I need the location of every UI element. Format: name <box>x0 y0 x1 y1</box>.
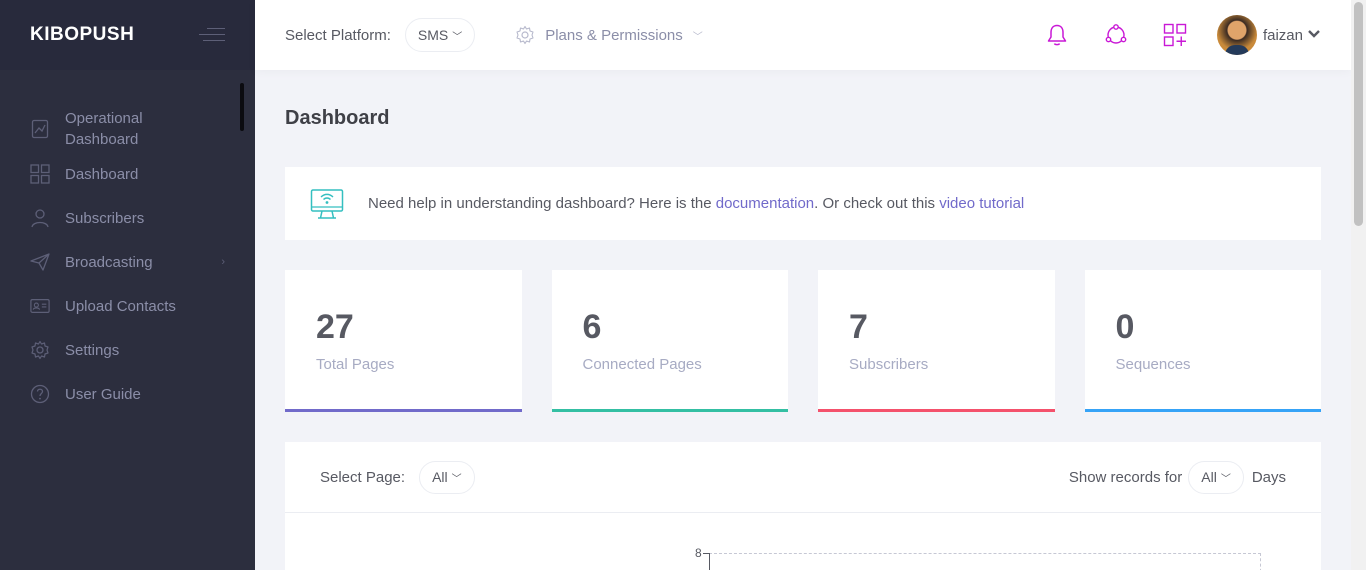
chevron-down-icon: ﹀ <box>692 31 703 43</box>
stat-card-total-pages: 27 Total Pages <box>285 270 522 412</box>
user-name: faizan <box>1262 26 1303 44</box>
stat-label: Subscribers <box>849 356 929 373</box>
grid-icon <box>30 164 50 184</box>
days-label: Days <box>1251 468 1286 486</box>
chevron-right-icon: › <box>221 256 225 268</box>
bell-icon[interactable] <box>1045 23 1069 47</box>
y-axis <box>709 553 710 570</box>
sidebar-item-upload-contacts[interactable]: Upload Contacts <box>0 284 255 328</box>
help-text-middle: . Or check out this <box>814 195 940 212</box>
page-title: Dashboard <box>285 107 390 129</box>
chart-icon <box>30 119 50 139</box>
sidebar-item-label: Broadcasting <box>65 253 153 271</box>
page-scrollbar-thumb[interactable] <box>1354 2 1363 226</box>
sidebar-item-label: Upload Contacts <box>65 297 176 315</box>
select-page-value: All <box>432 469 448 485</box>
apps-add-icon[interactable] <box>1163 23 1187 47</box>
user-menu[interactable]: faizan <box>1216 15 1321 55</box>
main-content: Dashboard Need help in understanding das… <box>285 70 1321 570</box>
stat-value: 27 <box>316 308 354 346</box>
sidebar-menu: Operational Dashboard Dashboard Subscrib… <box>0 70 255 416</box>
gear-icon <box>515 25 535 45</box>
stat-accent-bar <box>285 409 522 412</box>
stat-label: Sequences <box>1115 356 1191 373</box>
chevron-down-icon: ﹀ <box>1220 473 1231 485</box>
y-tick-label: 8 <box>695 546 702 560</box>
monitor-wifi-icon <box>310 188 344 219</box>
sidebar-item-settings[interactable]: Settings <box>0 328 255 372</box>
chevron-down-icon <box>1307 28 1321 42</box>
avatar <box>1216 15 1257 55</box>
stat-label: Total Pages <box>316 356 395 373</box>
contact-card-icon <box>30 296 50 316</box>
stats-row: 27 Total Pages 6 Connected Pages 7 Subsc… <box>285 270 1321 412</box>
chevron-down-icon: ﹀ <box>452 31 463 43</box>
stat-accent-bar <box>551 409 788 412</box>
documentation-link[interactable]: documentation <box>716 195 814 212</box>
stat-card-sequences: 0 Sequences <box>1084 270 1321 412</box>
stat-value: 0 <box>1115 308 1135 346</box>
sidebar-item-label: User Guide <box>65 385 141 403</box>
records-filter: Show records for All ﹀ Days <box>1068 460 1286 494</box>
show-records-label: Show records for <box>1068 468 1183 486</box>
stat-value: 7 <box>849 308 868 346</box>
topbar: Select Platform: SMS ﹀ Plans & Permissio… <box>255 0 1351 70</box>
sidebar-item-subscribers[interactable]: Subscribers <box>0 196 255 240</box>
days-dropdown[interactable]: All ﹀ <box>1188 460 1244 494</box>
sidebar-item-operational-dashboard[interactable]: Operational Dashboard <box>0 108 255 150</box>
page-scrollbar[interactable] <box>1351 0 1366 570</box>
sidebar-item-label: Operational Dashboard <box>65 110 143 148</box>
help-banner: Need help in understanding dashboard? He… <box>285 167 1321 240</box>
share-icon[interactable] <box>1104 23 1128 47</box>
user-icon <box>30 208 50 228</box>
stat-accent-bar <box>818 409 1055 412</box>
days-dropdown-value: All <box>1201 469 1217 485</box>
menu-toggle-icon[interactable] <box>199 28 225 42</box>
stat-card-subscribers: 7 Subscribers <box>818 270 1055 412</box>
chart-area: 8 <box>285 513 1321 570</box>
sidebar-item-broadcasting[interactable]: Broadcasting › <box>0 240 255 284</box>
stat-card-connected-pages: 6 Connected Pages <box>551 270 788 412</box>
paper-plane-icon <box>30 252 50 272</box>
brand-header: KIBOPUSH <box>0 0 255 70</box>
plans-permissions-label: Plans & Permissions <box>545 26 683 44</box>
platform-select-value: SMS <box>417 27 449 43</box>
sidebar-item-label: Subscribers <box>65 209 145 227</box>
chart-filters: Select Page: All ﹀ Show records for All … <box>285 442 1321 513</box>
select-page-label: Select Page: <box>320 468 406 486</box>
sidebar-item-dashboard[interactable]: Dashboard <box>0 152 255 196</box>
gear-icon <box>30 340 50 360</box>
sidebar: KIBOPUSH Operational Dashboard Dashboard… <box>0 0 255 570</box>
help-circle-icon <box>30 384 50 404</box>
platform-label: Select Platform: <box>285 26 391 44</box>
platform-select[interactable]: SMS ﹀ <box>404 18 476 52</box>
sidebar-scrollbar[interactable] <box>240 83 244 131</box>
stat-accent-bar <box>1084 409 1321 412</box>
sidebar-item-user-guide[interactable]: User Guide <box>0 372 255 416</box>
plans-permissions-menu[interactable]: Plans & Permissions ﹀ <box>515 25 703 45</box>
sidebar-item-label: Dashboard <box>65 165 139 183</box>
sidebar-item-label: Settings <box>65 341 120 359</box>
help-text: Need help in understanding dashboard? He… <box>368 195 1024 212</box>
stat-label: Connected Pages <box>582 356 702 373</box>
brand-logo: KIBOPUSH <box>30 24 135 45</box>
topbar-actions: faizan <box>1045 15 1321 55</box>
chart-gridlines <box>709 553 1261 570</box>
chevron-down-icon: ﹀ <box>451 473 462 485</box>
select-page-dropdown[interactable]: All ﹀ <box>419 460 475 494</box>
chart-panel: Select Page: All ﹀ Show records for All … <box>285 442 1321 570</box>
video-tutorial-link[interactable]: video tutorial <box>939 195 1024 212</box>
stat-value: 6 <box>582 308 602 346</box>
help-text-before: Need help in understanding dashboard? He… <box>368 195 716 212</box>
